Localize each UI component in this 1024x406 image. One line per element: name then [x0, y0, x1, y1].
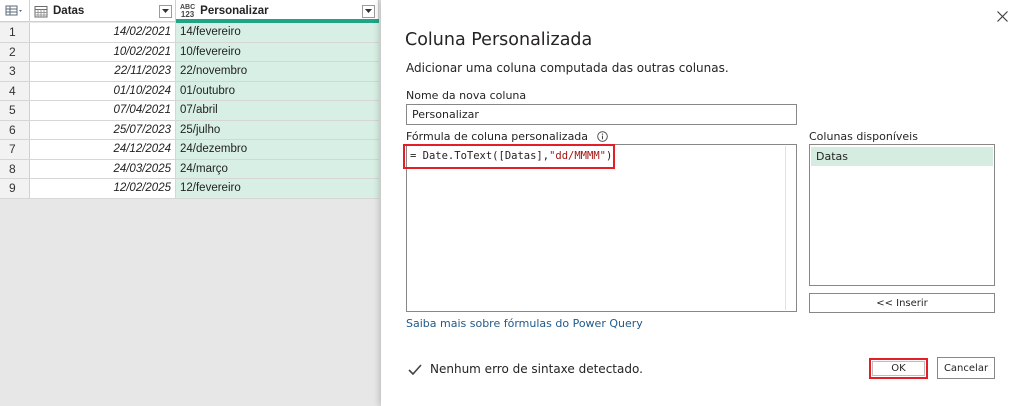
- date-cell[interactable]: 01/10/2024: [30, 81, 176, 100]
- table-icon: [5, 5, 22, 16]
- ok-button[interactable]: OK: [872, 361, 925, 376]
- custom-cell[interactable]: 25/julho: [176, 120, 379, 139]
- table-row[interactable]: 7 24/12/2024 24/dezembro: [0, 140, 379, 160]
- row-index[interactable]: 9: [0, 179, 30, 198]
- table-row[interactable]: 5 07/04/2021 07/abril: [0, 101, 379, 121]
- formula-highlight-box: [403, 144, 615, 169]
- date-cell[interactable]: 07/04/2021: [30, 101, 176, 120]
- info-icon[interactable]: [596, 130, 608, 142]
- table-row[interactable]: 9 12/02/2025 12/fevereiro: [0, 179, 379, 199]
- table-row[interactable]: 2 10/02/2021 10/fevereiro: [0, 42, 379, 62]
- date-cell[interactable]: 22/11/2023: [30, 62, 176, 81]
- checkmark-icon: [408, 363, 422, 375]
- insert-button[interactable]: << Inserir: [809, 293, 995, 313]
- date-cell[interactable]: 25/07/2023: [30, 120, 176, 139]
- row-index[interactable]: 7: [0, 140, 30, 159]
- formula-scrollbar[interactable]: [785, 146, 796, 310]
- close-icon: [996, 10, 1008, 22]
- table-row[interactable]: 6 25/07/2023 25/julho: [0, 120, 379, 140]
- table-row[interactable]: 1 14/02/2021 14/fevereiro: [0, 23, 379, 43]
- column-header-datas[interactable]: Datas: [30, 0, 176, 22]
- custom-cell[interactable]: 24/dezembro: [176, 140, 379, 159]
- date-cell[interactable]: 12/02/2025: [30, 179, 176, 198]
- date-cell[interactable]: 24/12/2024: [30, 140, 176, 159]
- row-index[interactable]: 3: [0, 62, 30, 81]
- close-button[interactable]: [992, 6, 1012, 26]
- custom-cell[interactable]: 24/março: [176, 159, 379, 178]
- custom-cell[interactable]: 01/outubro: [176, 81, 379, 100]
- syntax-status: Nenhum erro de sintaxe detectado.: [408, 362, 643, 376]
- row-index[interactable]: 6: [0, 120, 30, 139]
- data-grid: Datas ABC 123 Personalizar 1 14/02/2021 14…: [0, 0, 379, 406]
- dialog-subtitle: Adicionar uma coluna computada das outra…: [406, 61, 729, 75]
- formula-editor[interactable]: [406, 144, 797, 312]
- row-index[interactable]: 8: [0, 159, 30, 178]
- custom-cell[interactable]: 14/fevereiro: [176, 23, 379, 42]
- chevron-down-icon: [162, 9, 169, 13]
- column-name-label: Nome da nova coluna: [406, 89, 527, 102]
- cancel-button[interactable]: Cancelar: [937, 357, 995, 379]
- table-row[interactable]: 3 22/11/2023 22/novembro: [0, 62, 379, 82]
- custom-cell[interactable]: 07/abril: [176, 101, 379, 120]
- column-filter-button[interactable]: [362, 4, 375, 18]
- available-columns-list[interactable]: Datas: [809, 144, 995, 286]
- date-cell[interactable]: 24/03/2025: [30, 159, 176, 178]
- learn-more-link[interactable]: Saiba mais sobre fórmulas do Power Query: [406, 317, 643, 330]
- custom-cell[interactable]: 12/fevereiro: [176, 179, 379, 198]
- row-index[interactable]: 5: [0, 101, 30, 120]
- formula-label: Fórmula de coluna personalizada: [406, 130, 589, 143]
- chevron-down-icon: [365, 9, 372, 13]
- formula-label-row: Fórmula de coluna personalizada: [406, 130, 608, 143]
- date-cell[interactable]: 14/02/2021: [30, 23, 176, 42]
- custom-cell[interactable]: 10/fevereiro: [176, 42, 379, 61]
- column-filter-button[interactable]: [159, 4, 172, 18]
- any-type-icon[interactable]: ABC 123: [180, 4, 195, 19]
- status-text: Nenhum erro de sintaxe detectado.: [430, 362, 643, 376]
- calendar-icon[interactable]: [34, 5, 48, 18]
- dialog-title: Coluna Personalizada: [405, 30, 593, 50]
- column-name-input[interactable]: [406, 104, 797, 125]
- custom-cell[interactable]: 22/novembro: [176, 62, 379, 81]
- table-row[interactable]: 4 01/10/2024 01/outubro: [0, 81, 379, 101]
- available-columns-label: Colunas disponíveis: [809, 130, 918, 143]
- column-header-label: Datas: [53, 5, 85, 17]
- column-header-label: Personalizar: [200, 5, 269, 17]
- date-cell[interactable]: 10/02/2021: [30, 42, 176, 61]
- grid-header: Datas ABC 123 Personalizar: [0, 0, 379, 23]
- list-item[interactable]: Datas: [811, 147, 993, 166]
- row-index[interactable]: 2: [0, 42, 30, 61]
- table-row[interactable]: 8 24/03/2025 24/março: [0, 159, 379, 179]
- row-index[interactable]: 4: [0, 81, 30, 100]
- table-menu-button[interactable]: [0, 0, 30, 22]
- row-index[interactable]: 1: [0, 23, 30, 42]
- custom-column-dialog: Coluna Personalizada Adicionar uma colun…: [381, 0, 1024, 406]
